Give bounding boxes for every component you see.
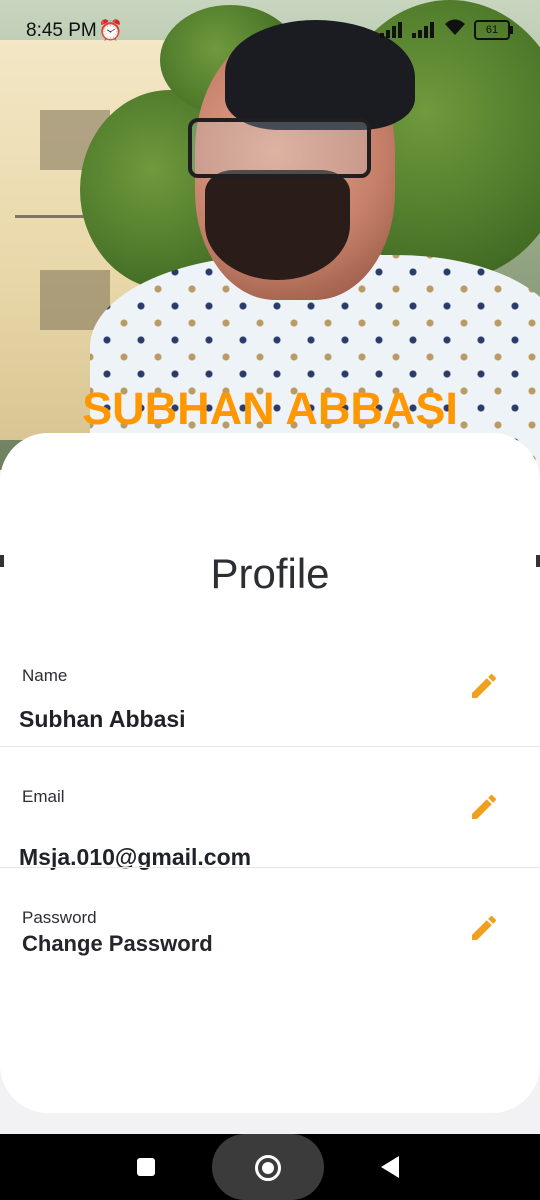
cover-name-overlay: SUBHAN ABBASI [82,383,458,434]
person-glasses [188,118,371,178]
signal-icon [380,22,404,38]
battery-icon: 61 [474,20,513,40]
email-label: Email [22,787,65,806]
profile-card [0,433,540,1113]
person-beard [205,170,350,280]
edit-password-icon[interactable] [468,912,500,944]
status-time: 8:45 PM [26,20,97,41]
password-label: Password [22,908,97,927]
edit-name-icon[interactable] [468,670,500,702]
status-icons: 61 [380,18,513,42]
page-title: Profile [210,550,330,597]
field-divider [0,746,540,747]
system-navigation-bar [0,1134,540,1200]
home-circle-icon[interactable] [255,1155,281,1181]
change-password-link[interactable]: Change Password [22,931,213,957]
name-value: Subhan Abbasi [19,706,186,732]
status-bar: 8:45 PM ⏰ 61 [0,0,540,48]
back-triangle-icon[interactable] [381,1156,399,1178]
edit-email-icon[interactable] [468,791,500,823]
alarm-icon: ⏰ [98,20,123,42]
name-label: Name [22,666,68,685]
field-divider [0,867,540,868]
wifi-icon [444,18,466,42]
square-icon[interactable] [137,1158,155,1176]
signal-icon [412,22,436,38]
